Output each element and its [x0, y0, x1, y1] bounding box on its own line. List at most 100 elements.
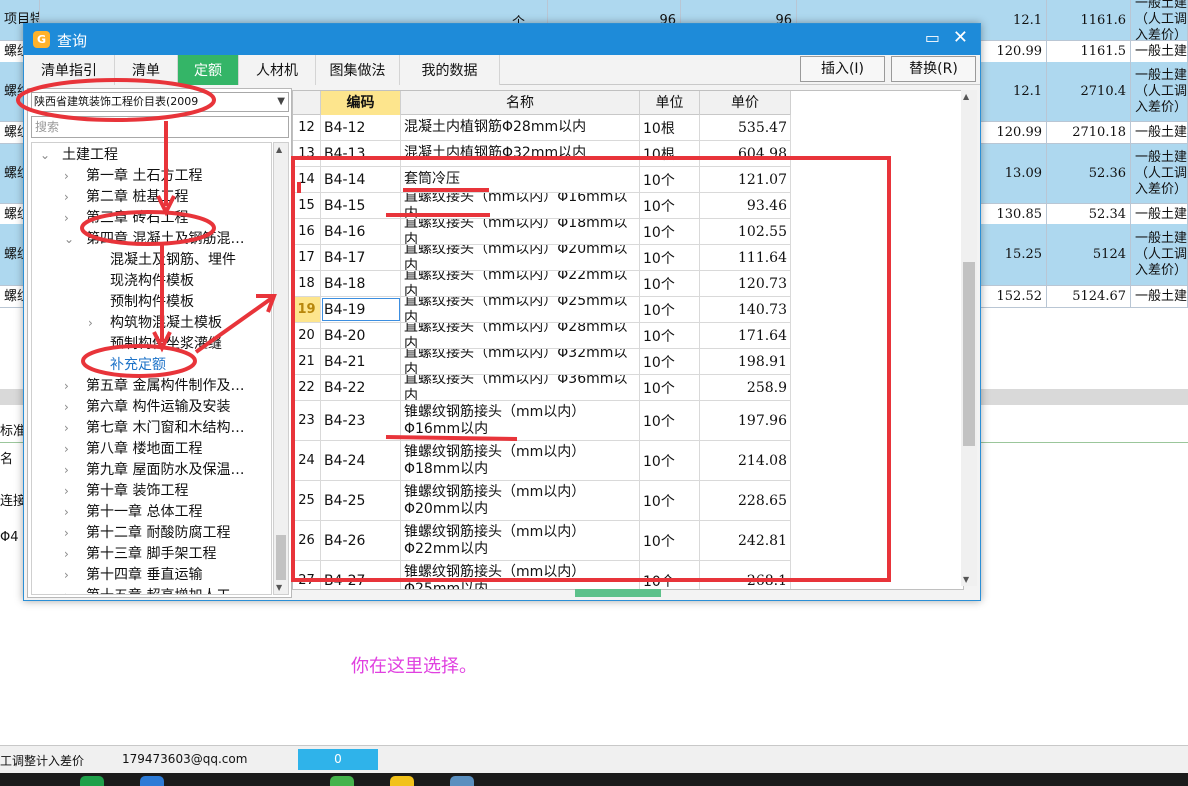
app-taskbar-icon[interactable] — [450, 776, 474, 786]
tree-item[interactable]: › 第一章 土石方工程 — [64, 166, 202, 187]
tree-item[interactable]: 预制构件模板 — [88, 292, 194, 313]
tree-item[interactable]: › 构筑物混凝土模板 — [88, 313, 222, 334]
chevron-right-icon[interactable]: › — [64, 586, 86, 594]
tree-item[interactable]: › 第九章 屋面防水及保温… — [64, 460, 244, 481]
app-taskbar-icon[interactable] — [390, 776, 414, 786]
table-row[interactable]: 24 B4-24 锥螺纹钢筋接头（mm以内）Φ18mm以内 10个 214.08 — [293, 441, 791, 481]
col-price-header[interactable]: 单价 — [700, 91, 791, 115]
chevron-down-icon[interactable]: ⌄ — [40, 145, 62, 166]
name-cell: 锥螺纹钢筋接头（mm以内）Φ18mm以内 — [401, 441, 640, 480]
chevron-right-icon[interactable]: › — [64, 523, 86, 544]
remark-cell: 一般土建 — [1131, 41, 1188, 62]
tree-item[interactable]: › 第六章 构件运输及安装 — [64, 397, 230, 418]
tab-quota[interactable]: 定额 — [178, 55, 239, 85]
tab-bill[interactable]: 清单 — [115, 55, 178, 85]
chevron-right-icon[interactable]: › — [64, 187, 86, 208]
table-row[interactable]: 25 B4-25 锥螺纹钢筋接头（mm以内）Φ20mm以内 10个 228.65 — [293, 481, 791, 521]
tree-item[interactable]: › 第三章 砖石工程 — [64, 208, 188, 229]
table-row[interactable]: 12 B4-12 混凝土内植钢筋Φ28mm以内 10根 535.47 — [293, 115, 791, 141]
tree-item[interactable]: › 第七章 木门窗和木结构… — [64, 418, 244, 439]
chevron-right-icon[interactable]: › — [64, 481, 86, 502]
table-row[interactable]: 20 B4-20 直螺纹接头（mm以内）Φ28mm以内 10个 171.64 — [293, 323, 791, 349]
tree-item[interactable]: ⌄ 第四章 混凝土及钢筋混… — [64, 229, 244, 250]
tab-atlas[interactable]: 图集做法 — [316, 55, 400, 85]
table-row[interactable]: 26 B4-26 锥螺纹钢筋接头（mm以内）Φ22mm以内 10个 242.81 — [293, 521, 791, 561]
table-row[interactable]: 15 B4-15 直螺纹接头（mm以内）Φ16mm以内 10个 93.46 — [293, 193, 791, 219]
scroll-down-icon[interactable]: ▼ — [276, 583, 282, 592]
tree-scrollbar[interactable]: ▲ ▼ — [273, 142, 289, 595]
grid-scrollbar[interactable]: ▲ ▼ — [961, 90, 977, 586]
maximize-icon[interactable]: ▭ — [925, 28, 940, 47]
library-select[interactable]: 陕西省建筑装饰工程价目表(2009 ▼ — [31, 92, 289, 112]
table-row[interactable]: 21 B4-21 直螺纹接头（mm以内）Φ32mm以内 10个 198.91 — [293, 349, 791, 375]
chevron-right-icon[interactable]: › — [64, 565, 86, 586]
col-unit-header[interactable]: 单位 — [640, 91, 700, 115]
tree-item[interactable]: ⌄ 土建工程 — [40, 145, 118, 166]
unit-cell: 10个 — [640, 561, 700, 589]
replace-button[interactable]: 替换(R) — [891, 56, 976, 82]
remark-line: （人工调 — [1135, 12, 1188, 27]
scroll-up-icon[interactable]: ▲ — [963, 92, 969, 101]
insert-button[interactable]: 插入(I) — [800, 56, 885, 82]
chevron-right-icon[interactable]: › — [64, 439, 86, 460]
app-taskbar-icon[interactable] — [330, 776, 354, 786]
table-row[interactable]: 13 B4-13 混凝土内植钢筋Φ32mm以内 10根 604.98 — [293, 141, 791, 167]
tab-bill-guide[interactable]: 清单指引 — [24, 55, 115, 85]
tree-item[interactable]: › 第十四章 垂直运输 — [64, 565, 202, 586]
status-counter[interactable]: 0 — [298, 749, 378, 770]
dialog-title-bar[interactable]: G 查询 ▭ ✕ — [24, 24, 980, 55]
name-cell: 直螺纹接头（mm以内）Φ25mm以内 — [401, 297, 640, 322]
chevron-right-icon[interactable]: › — [64, 502, 86, 523]
search-input[interactable]: 搜索 — [31, 116, 289, 138]
chevron-right-icon[interactable]: › — [64, 544, 86, 565]
chevron-right-icon[interactable]: › — [64, 418, 86, 439]
tree-item[interactable]: › 第十二章 耐酸防腐工程 — [64, 523, 230, 544]
wechat-taskbar-icon[interactable] — [80, 776, 104, 786]
tree-item[interactable]: › 第二章 桩基工程 — [64, 187, 188, 208]
code-cell: B4-21 — [321, 349, 401, 374]
table-row[interactable]: 17 B4-17 直螺纹接头（mm以内）Φ20mm以内 10个 111.64 — [293, 245, 791, 271]
code-cell: B4-16 — [321, 219, 401, 244]
table-row[interactable]: 19 B4-19 直螺纹接头（mm以内）Φ25mm以内 10个 140.73 — [293, 297, 791, 323]
tab-labor-material[interactable]: 人材机 — [239, 55, 316, 85]
tab-my-data[interactable]: 我的数据 — [400, 55, 500, 85]
chevron-right-icon[interactable]: › — [64, 166, 86, 187]
tree-item[interactable]: ›第十五章 超高增加人工… — [64, 586, 244, 594]
table-row[interactable]: 14 B4-14 套筒冷压 10个 121.07 — [293, 167, 791, 193]
chevron-down-icon[interactable]: ▼ — [277, 93, 285, 111]
scroll-thumb[interactable] — [276, 535, 286, 580]
chevron-right-icon[interactable]: › — [64, 397, 86, 418]
chevron-right-icon[interactable]: › — [88, 313, 110, 334]
price-cell: 15.25 — [981, 224, 1047, 285]
tree-item[interactable]: › 第五章 金属构件制作及… — [64, 376, 244, 397]
table-row[interactable]: 27 B4-27 锥螺纹钢筋接头（mm以内）Φ25mm以内 10个 268.1 — [293, 561, 791, 589]
chevron-right-icon[interactable]: › — [64, 460, 86, 481]
tree-item[interactable]: › 第八章 楼地面工程 — [64, 439, 202, 460]
tree-item[interactable]: 混凝土及钢筋、埋件 — [88, 250, 236, 271]
chevron-right-icon[interactable]: › — [64, 208, 86, 229]
tree-item[interactable]: 预制构件坐浆灌缝 — [88, 334, 222, 355]
tree-item[interactable]: › 第十章 装饰工程 — [64, 481, 188, 502]
tree-item[interactable]: › 第十三章 脚手架工程 — [64, 544, 216, 565]
scroll-up-icon[interactable]: ▲ — [276, 145, 282, 154]
chevron-right-icon[interactable]: › — [64, 376, 86, 397]
row-number-cell: 23 — [293, 401, 321, 440]
table-row[interactable]: 18 B4-18 直螺纹接头（mm以内）Φ22mm以内 10个 120.73 — [293, 271, 791, 297]
table-row[interactable]: 22 B4-22 直螺纹接头（mm以内）Φ36mm以内 10个 258.9 — [293, 375, 791, 401]
app-taskbar-icon[interactable] — [140, 776, 164, 786]
tree-item[interactable]: 现浇构件模板 — [88, 271, 194, 292]
panel-expander[interactable] — [575, 589, 661, 597]
scroll-down-icon[interactable]: ▼ — [963, 575, 969, 584]
tree-item[interactable]: › 第十一章 总体工程 — [64, 502, 202, 523]
col-code-header[interactable]: 编码 — [321, 91, 401, 115]
total-cell: 52.34 — [1047, 204, 1131, 225]
col-name-header[interactable]: 名称 — [401, 91, 640, 115]
close-icon[interactable]: ✕ — [953, 27, 968, 48]
unit-cell: 10个 — [640, 349, 700, 374]
chevron-down-icon[interactable]: ⌄ — [64, 229, 86, 250]
tree-item[interactable]: 补充定额 — [88, 355, 166, 376]
table-row[interactable]: 16 B4-16 直螺纹接头（mm以内）Φ18mm以内 10个 102.55 — [293, 219, 791, 245]
table-row[interactable]: 23 B4-23 锥螺纹钢筋接头（mm以内）Φ16mm以内 10个 197.96 — [293, 401, 791, 441]
scroll-thumb[interactable] — [963, 262, 975, 446]
name-cell: 直螺纹接头（mm以内）Φ16mm以内 — [401, 193, 640, 218]
